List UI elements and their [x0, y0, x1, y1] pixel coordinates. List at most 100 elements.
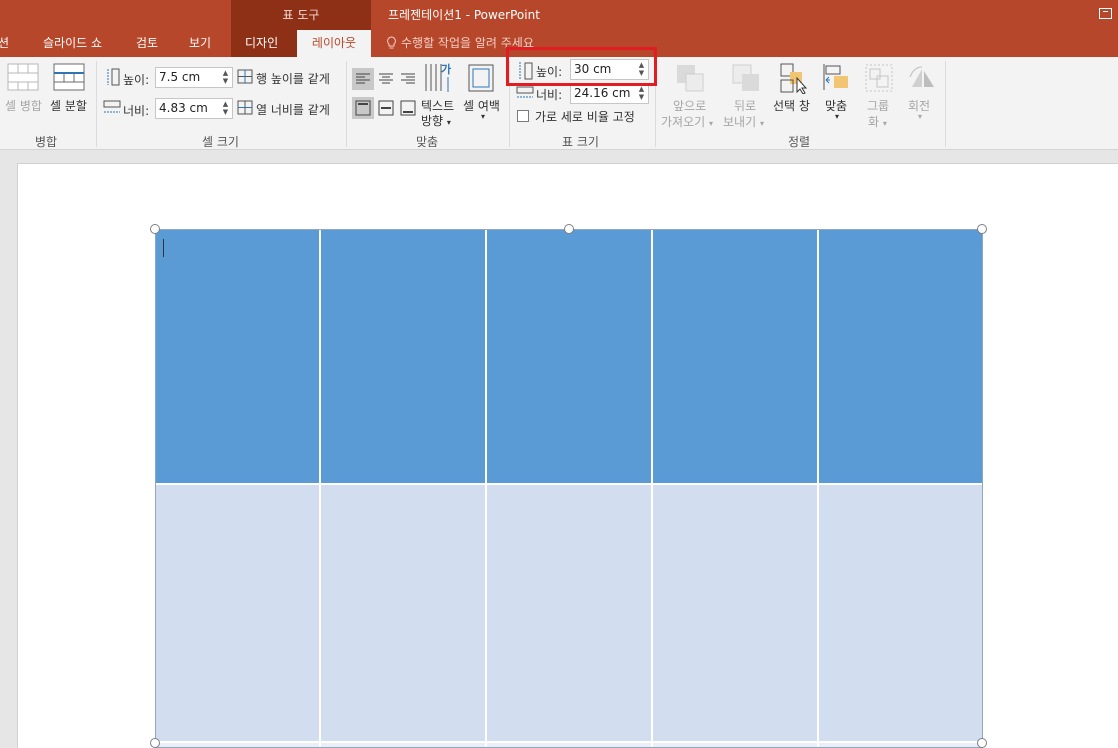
table-cell[interactable]	[653, 743, 819, 748]
document-title: 프레젠테이션1 - PowerPoint	[388, 8, 540, 22]
cell-width-value: 4.83 cm	[159, 101, 208, 115]
tab-slide-show[interactable]: 슬라이드 쇼	[43, 30, 102, 57]
table-cell[interactable]	[487, 229, 653, 485]
dropdown-arrow-icon[interactable]: ▾	[918, 112, 922, 121]
distribute-rows-button[interactable]: 행 높이를 같게	[256, 70, 330, 87]
align-center-icon[interactable]	[375, 68, 397, 90]
table-cell[interactable]	[155, 485, 321, 743]
group-label-2: 화	[868, 115, 880, 129]
table-row	[155, 743, 983, 748]
distribute-rows-icon	[237, 69, 253, 84]
text-direction-button-line2[interactable]: 방향 ▾	[421, 112, 451, 129]
title-bar: 표 도구 프레젠테이션1 - PowerPoint	[0, 0, 1118, 30]
lock-aspect-label: 가로 세로 비율 고정	[535, 110, 635, 124]
tab-transitions[interactable]: 션	[0, 30, 9, 57]
table-row	[155, 485, 983, 743]
resize-handle[interactable]	[150, 738, 160, 748]
merge-group-label: 병합	[35, 135, 58, 149]
tab-view[interactable]: 보기	[189, 30, 211, 57]
resize-handle[interactable]	[564, 224, 574, 234]
resize-handle[interactable]	[977, 738, 987, 748]
cell-margins-icon	[468, 64, 494, 92]
group-button[interactable]: 그룹	[867, 97, 889, 114]
split-cells-icon	[53, 63, 85, 91]
cell-height-value: 7.5 cm	[159, 70, 201, 84]
alignment-group-label: 맞춤	[416, 135, 439, 149]
table-width-value: 24.16 cm	[574, 86, 631, 100]
table-cell[interactable]	[653, 485, 819, 743]
lightbulb-icon	[387, 36, 396, 49]
bring-forward-button-line2[interactable]: 가져오기 ▾	[661, 113, 713, 130]
slide-table[interactable]	[155, 229, 983, 748]
table-cell[interactable]	[155, 743, 321, 748]
align-objects-icon	[823, 64, 848, 90]
spinner-arrows-icon[interactable]: ▲ ▼	[221, 100, 230, 116]
annotation-highlight-box	[506, 47, 657, 86]
table-cell[interactable]	[819, 743, 983, 748]
table-cell[interactable]	[653, 229, 819, 485]
table-width-label: 너비:	[536, 88, 563, 102]
distribute-columns-icon	[237, 100, 253, 115]
resize-handle[interactable]	[977, 224, 987, 234]
cell-width-label: 너비:	[123, 104, 150, 118]
bring-forward-icon	[677, 65, 704, 92]
dropdown-arrow-icon[interactable]: ▾	[481, 112, 485, 121]
selection-pane-icon	[780, 63, 808, 94]
table-cell[interactable]	[321, 485, 487, 743]
align-left-icon[interactable]	[352, 68, 374, 90]
separator	[96, 61, 97, 147]
resize-handle[interactable]	[150, 224, 160, 234]
dropdown-arrow-icon: ▾	[882, 119, 887, 128]
cell-width-input[interactable]: 4.83 cm ▲ ▼	[155, 98, 233, 119]
table-cell[interactable]	[819, 485, 983, 743]
align-top-icon[interactable]	[352, 97, 374, 119]
tab-review[interactable]: 검토	[136, 30, 158, 57]
svg-text:가: 가	[441, 62, 451, 76]
table-cell[interactable]	[487, 743, 653, 748]
table-width-icon	[516, 86, 534, 98]
table-cell[interactable]	[487, 485, 653, 743]
cell-size-group-label: 셀 크기	[202, 135, 239, 149]
table-cell[interactable]	[321, 743, 487, 748]
merge-cells-button[interactable]: 셀 병합	[5, 97, 42, 114]
table-row	[155, 229, 983, 485]
tab-layout[interactable]: 레이아웃	[297, 30, 371, 57]
table-tools-header: 표 도구	[231, 0, 371, 30]
distribute-columns-button[interactable]: 열 너비를 같게	[256, 101, 330, 118]
separator	[945, 61, 946, 147]
send-backward-label: 보내기	[723, 115, 757, 129]
selection-pane-button[interactable]: 선택 창	[773, 97, 810, 114]
dropdown-arrow-icon[interactable]: ▾	[835, 112, 839, 121]
cell-height-input[interactable]: 7.5 cm ▲ ▼	[155, 67, 233, 88]
dropdown-arrow-icon: ▾	[759, 119, 764, 128]
align-right-icon[interactable]	[397, 68, 419, 90]
send-backward-icon	[732, 64, 759, 91]
cell-width-icon	[103, 100, 121, 113]
group-button-line2[interactable]: 화 ▾	[868, 113, 887, 130]
table-width-input[interactable]: 24.16 cm ▲ ▼	[570, 83, 649, 104]
send-backward-button-line2[interactable]: 보내기 ▾	[723, 113, 764, 130]
text-cursor	[163, 239, 164, 257]
spinner-arrows-icon[interactable]: ▲ ▼	[637, 85, 646, 101]
arrange-group-label: 정렬	[788, 135, 811, 149]
lock-aspect-checkbox[interactable]	[517, 110, 529, 122]
dropdown-arrow-icon: ▾	[709, 119, 714, 128]
group-objects-icon	[865, 64, 893, 92]
align-middle-icon[interactable]	[375, 97, 397, 119]
send-backward-button[interactable]: 뒤로	[734, 97, 756, 114]
bring-forward-button[interactable]: 앞으로	[673, 97, 706, 114]
dropdown-arrow-icon: ▾	[446, 118, 451, 127]
text-direction-icon: 가	[425, 62, 451, 92]
tab-design[interactable]: 디자인	[245, 30, 278, 57]
table-cell[interactable]	[321, 229, 487, 485]
ribbon-display-options-icon[interactable]	[1099, 8, 1112, 19]
table-cell[interactable]	[155, 229, 321, 485]
rotate-icon	[909, 66, 934, 87]
text-direction-label: 방향	[421, 114, 444, 128]
align-bottom-icon[interactable]	[397, 97, 419, 119]
table-cell[interactable]	[819, 229, 983, 485]
split-cells-button[interactable]: 셀 분할	[50, 97, 87, 114]
cell-height-label: 높이:	[123, 73, 150, 87]
spinner-arrows-icon[interactable]: ▲ ▼	[221, 69, 230, 85]
bring-forward-label: 가져오기	[661, 115, 706, 129]
